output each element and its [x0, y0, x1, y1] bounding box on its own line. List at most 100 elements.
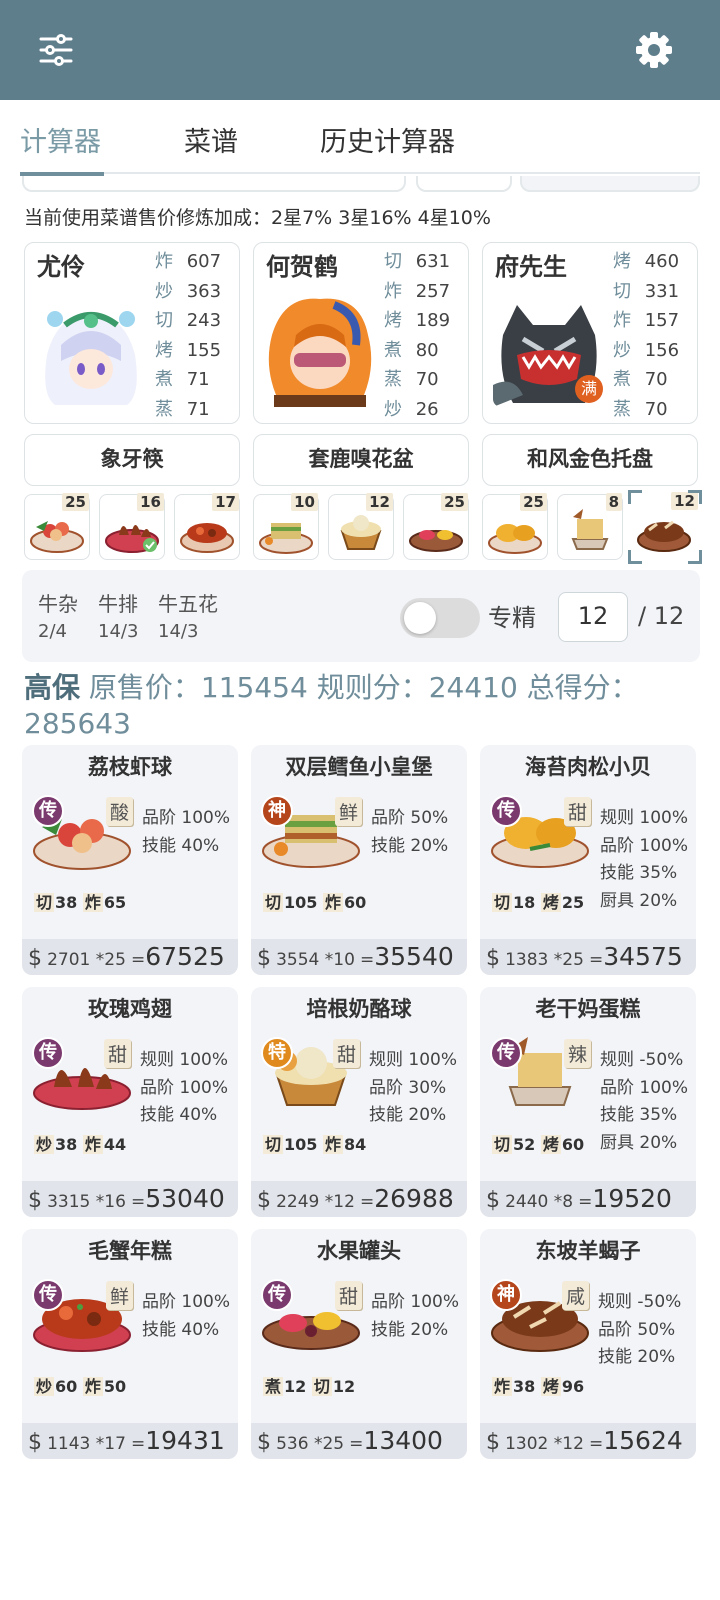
- dish-total: 35540: [374, 942, 454, 971]
- dish-modifiers: 规则 100% 品阶 100% 技能 40%: [140, 1047, 228, 1130]
- recipe-thumb[interactable]: 16: [99, 493, 165, 560]
- skill-tag: 烤: [540, 1377, 561, 1396]
- flavor-tag: 甜: [104, 1039, 132, 1068]
- dish-card[interactable]: 双层鳕鱼小皇堡神 鲜品阶 50% 技能 20% 切 105 炸 60 $ 3554 *10…: [251, 745, 467, 975]
- dish-name: 老干妈蛋糕: [535, 997, 641, 1021]
- recipe-thumb[interactable]: 17: [174, 493, 240, 560]
- chef-card[interactable]: 尤伶 炸 607 炒 363 切 243 烤 155 煮 71 蒸 71: [24, 242, 240, 424]
- cook-skill-req: 切 105 炸 60: [263, 889, 366, 913]
- dish-card[interactable]: 玫瑰鸡翅传 甜规则 100% 品阶 100% 技能 40% 炒 38 炸 44 $ 3315…: [22, 987, 238, 1217]
- skill-value: 60: [55, 1377, 78, 1396]
- modifier: 品阶 100%: [600, 835, 689, 856]
- special-count-input[interactable]: 12: [558, 592, 628, 642]
- tab-calculator[interactable]: 计算器: [20, 120, 101, 159]
- dish-name: 水果罐头: [317, 1239, 401, 1263]
- dish-card[interactable]: 东坡羊蝎子神 咸规则 -50% 品阶 50% 技能 20% 炸 38 烤 96 $ 1302…: [480, 1229, 696, 1459]
- chef-card[interactable]: 府先生 满 烤 460 切 331 炸 157 炒 156 煮 70 蒸 70: [482, 242, 698, 424]
- price-row: $ 1383 *25 =34575: [480, 939, 696, 975]
- chef-name: 尤伶: [37, 253, 85, 281]
- rarity-badge: 传: [32, 1037, 64, 1069]
- skill-tag: 烤: [540, 893, 561, 912]
- flavor-tag: 咸: [562, 1281, 590, 1310]
- chef-card[interactable]: 何贺鹤 切 631 炸 257 烤 189 煮 80 蒸 70 炒 26: [253, 242, 469, 424]
- partial-control[interactable]: [416, 176, 512, 192]
- modifier: 品阶 30%: [369, 1077, 447, 1098]
- dish-card[interactable]: 水果罐头传甜品阶 100% 技能 20% 煮 12 切 12 $ 536 *25 =13…: [251, 1229, 467, 1459]
- skill-value: 44: [103, 1135, 127, 1154]
- dish-card[interactable]: 老干妈蛋糕传 辣规则 -50% 品阶 100% 技能 35% 厨具 20% 切 52 烤 60…: [480, 987, 696, 1217]
- ingredient-item: 牛五花 14/3: [158, 592, 218, 642]
- modifier: 规则 -50%: [600, 1050, 684, 1070]
- dish-modifiers: 规则 -50% 品阶 50% 技能 20%: [598, 1289, 681, 1372]
- tab-history[interactable]: 历史计算器: [320, 120, 455, 159]
- settings-gear-icon[interactable]: [628, 24, 680, 76]
- dollar-icon: $: [486, 1430, 500, 1455]
- equals: =: [578, 1192, 593, 1212]
- flavor-tag: 鲜: [335, 797, 363, 826]
- special-toggle[interactable]: [400, 598, 480, 638]
- skill-value: 105: [284, 1135, 318, 1154]
- tool-slot[interactable]: 象牙筷: [24, 434, 240, 486]
- equals: =: [589, 950, 604, 970]
- dish-total: 67525: [145, 942, 225, 971]
- modifier: 技能 40%: [140, 1105, 218, 1125]
- flavor-tag: 酸: [106, 797, 134, 826]
- cook-skill-req: 切 18 烤 25: [492, 889, 584, 913]
- recipe-thumb[interactable]: 25: [482, 493, 548, 560]
- recipe-thumb-selected[interactable]: 12: [628, 490, 702, 564]
- filter-sliders-icon[interactable]: [30, 24, 82, 76]
- unit-price: 2701 *25: [47, 950, 126, 970]
- dish-total: 34575: [603, 942, 683, 971]
- modifier: 技能 35%: [600, 1105, 678, 1125]
- skill-value: 38: [513, 1377, 536, 1396]
- recipe-thumb[interactable]: 25: [403, 493, 469, 560]
- chef-skills: 烤 460 切 331 炸 157 炒 156 煮 70 蒸 70: [613, 251, 680, 420]
- tool-slot[interactable]: 套鹿嗅花盆: [253, 434, 469, 486]
- equals: =: [360, 1192, 375, 1212]
- flavor-tag: 鲜: [106, 1281, 134, 1310]
- dollar-icon: $: [257, 1188, 271, 1213]
- partial-control[interactable]: [520, 176, 700, 192]
- dish-card[interactable]: 荔枝虾球传酸品阶 100% 技能 40% 切 38 炸 65 $ 2701 *25 =6…: [22, 745, 238, 975]
- dish-total: 15624: [603, 1426, 683, 1455]
- dish-name: 海苔肉松小贝: [525, 755, 651, 779]
- unit-price: 536 *25: [276, 1434, 345, 1454]
- skill-tag: 切: [492, 893, 513, 912]
- flavor-tag: 辣: [564, 1039, 592, 1068]
- equals: =: [360, 950, 375, 970]
- price-row: $ 1302 *12 =15624: [480, 1423, 696, 1459]
- skill-tag: 炒: [34, 1377, 55, 1396]
- score-level: 高保: [24, 671, 81, 704]
- tool-slot[interactable]: 和风金色托盘: [482, 434, 698, 486]
- unit-price: 1302 *12: [505, 1434, 584, 1454]
- partial-control[interactable]: [22, 176, 406, 192]
- ingredient-item: 牛排 14/3: [98, 592, 139, 642]
- rarity-badge: 传: [32, 1279, 64, 1311]
- recipe-thumb[interactable]: 12: [328, 493, 394, 560]
- dish-modifiers: 规则 -50% 品阶 100% 技能 35% 厨具 20%: [600, 1047, 688, 1157]
- skill-value: 65: [103, 893, 127, 912]
- dish-card[interactable]: 培根奶酪球特甜规则 100% 品阶 30% 技能 20% 切 105 炸 84 $ 224…: [251, 987, 467, 1217]
- dollar-icon: $: [28, 946, 42, 971]
- skill-value: 60: [344, 893, 367, 912]
- dish-card[interactable]: 毛蟹年糕传 鲜品阶 100% 技能 40% 炒 60 炸 50 $ 1143 *17 =1…: [22, 1229, 238, 1459]
- cook-skill-req: 切 52 烤 60: [492, 1131, 584, 1155]
- price-row: $ 3315 *16 =53040: [22, 1181, 238, 1217]
- skill-tag: 炸: [82, 893, 103, 912]
- unit-price: 3554 *10: [276, 950, 355, 970]
- modifier: 技能 40%: [142, 1319, 220, 1340]
- skill-value: 52: [513, 1135, 536, 1154]
- equals: =: [131, 1192, 146, 1212]
- tab-recipes[interactable]: 菜谱: [184, 120, 238, 159]
- dish-total: 13400: [363, 1426, 443, 1455]
- dish-card[interactable]: 海苔肉松小贝传 甜规则 100% 品阶 100% 技能 35% 厨具 20% 切 18 烤2…: [480, 745, 696, 975]
- recipe-thumb[interactable]: 25: [24, 493, 90, 560]
- skill-value: 25: [561, 893, 585, 912]
- recipe-thumb[interactable]: 10: [253, 493, 319, 560]
- rarity-badge: 神: [490, 1279, 522, 1311]
- skill-tag: 切: [311, 1377, 332, 1396]
- skill-tag: 煮: [263, 1377, 284, 1396]
- modifier: 品阶 50%: [371, 808, 449, 828]
- recipe-thumb[interactable]: 8: [557, 493, 623, 560]
- modifier: 技能 20%: [598, 1347, 676, 1367]
